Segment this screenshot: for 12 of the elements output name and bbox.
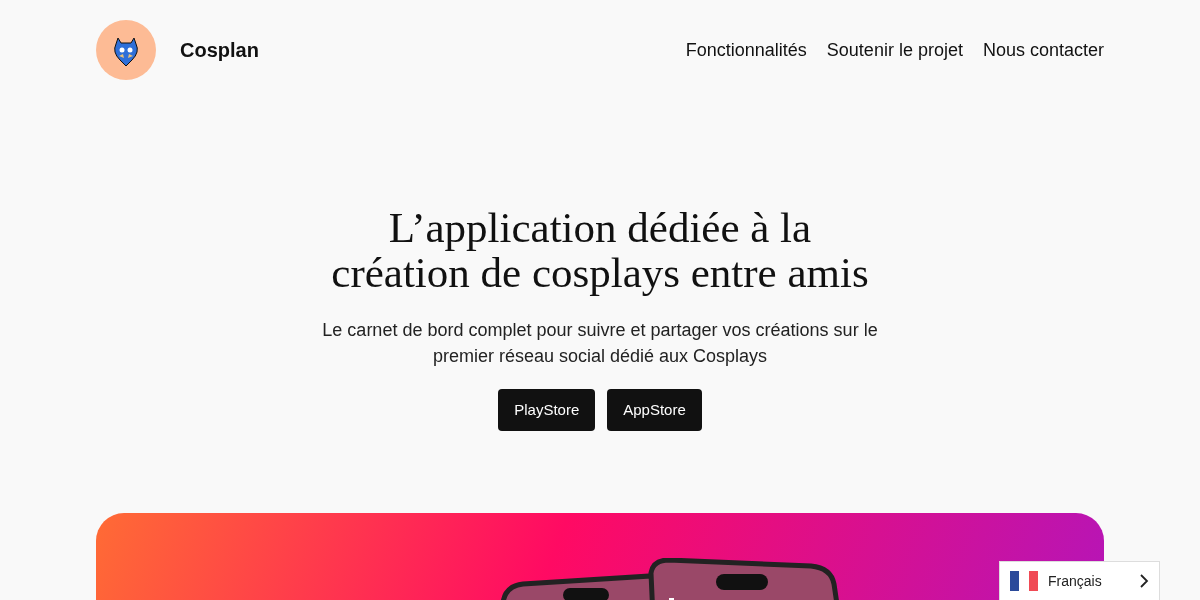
nav-link[interactable]: Soutenir le projet xyxy=(826,36,963,64)
store-button[interactable]: AppStore xyxy=(607,389,702,431)
france-flag-icon xyxy=(1010,571,1038,591)
hero-title: L’application dédiée à la création de cosplays entre amis xyxy=(330,205,870,295)
hero-subtitle: Le carnet de bord complet pour suivre et partager vos créations sur le premier réseau social dédié aux Cosplays xyxy=(321,319,879,368)
nav-link[interactable]: Fonctionnalités xyxy=(685,36,807,64)
language-selector[interactable]: Français xyxy=(999,561,1160,600)
brand-name: Cosplan xyxy=(180,38,259,63)
chevron-right-icon xyxy=(1139,574,1149,588)
nav-link[interactable]: Nous contacter xyxy=(982,36,1104,64)
logo-icon[interactable] xyxy=(96,20,156,80)
store-button[interactable]: PlayStore xyxy=(498,389,596,431)
